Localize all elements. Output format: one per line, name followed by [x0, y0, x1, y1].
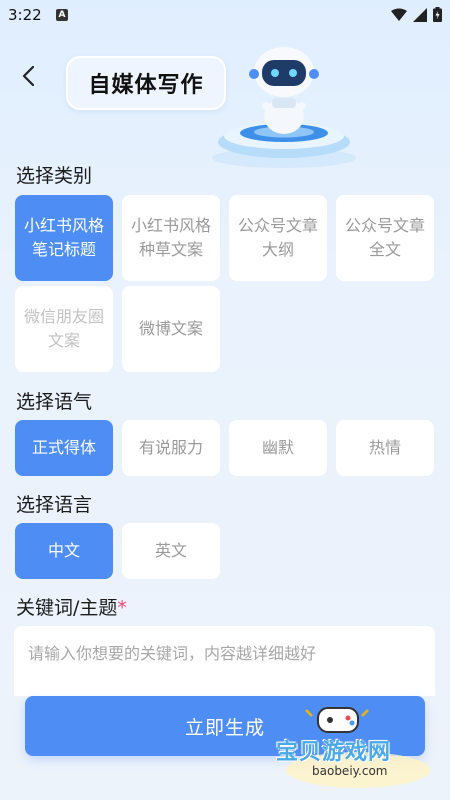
watermark-text: 宝贝游戏网 — [276, 740, 392, 765]
tone-option-enthusiastic[interactable]: 热情 — [336, 420, 434, 476]
keyword-label-text: 关键词/主题 — [16, 597, 118, 619]
tone-label: 选择语气 — [16, 391, 93, 413]
watermark: 宝贝游戏网 baobeiy.com — [268, 700, 448, 796]
category-option-weibo[interactable]: 微博文案 — [122, 286, 220, 372]
status-time: 3:22 — [8, 6, 42, 24]
language-option-chinese[interactable]: 中文 — [15, 523, 113, 579]
tone-option-persuasive[interactable]: 有说服力 — [122, 420, 220, 476]
back-button[interactable] — [14, 62, 42, 90]
category-option-wechat-outline[interactable]: 公众号文章 大纲 — [229, 195, 327, 281]
keyword-label: 关键词/主题* — [16, 593, 127, 620]
keyword-input[interactable]: 请输入你想要的关键词，内容越详细越好 — [14, 626, 435, 696]
battery-icon — [433, 7, 442, 22]
category-label: 选择类别 — [16, 165, 93, 187]
required-mark: * — [117, 597, 127, 619]
notification-icon: A — [56, 9, 68, 21]
language-label: 选择语言 — [16, 494, 93, 516]
tone-option-formal[interactable]: 正式得体 — [15, 420, 113, 476]
chevron-left-icon — [22, 65, 35, 87]
language-option-english[interactable]: 英文 — [122, 523, 220, 579]
category-option-wechat-full[interactable]: 公众号文章 全文 — [336, 195, 434, 281]
status-bar: 3:22 A — [0, 0, 450, 30]
wifi-icon — [391, 8, 407, 21]
tone-option-humorous[interactable]: 幽默 — [229, 420, 327, 476]
status-icons — [391, 7, 442, 22]
robot-mascot-illustration — [212, 47, 356, 168]
category-option-moments[interactable]: 微信朋友圈 文案 — [15, 286, 113, 372]
signal-icon — [413, 7, 427, 22]
watermark-url: baobeiy.com — [312, 764, 388, 778]
category-option-xhs-promo[interactable]: 小红书风格 种草文案 — [122, 195, 220, 281]
category-option-xhs-title[interactable]: 小红书风格 笔记标题 — [15, 195, 113, 281]
